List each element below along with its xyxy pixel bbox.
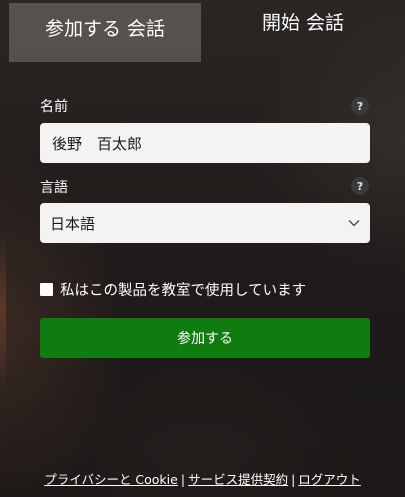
name-input-value: 後野 百太郎 bbox=[52, 134, 143, 153]
tab-start-label: 開始 会話 bbox=[261, 12, 345, 34]
tab-start-conversation[interactable]: 開始 会話 bbox=[212, 3, 394, 62]
footer-separator: | bbox=[291, 472, 296, 487]
join-button-label: 参加する bbox=[177, 331, 233, 347]
footer-separator: | bbox=[180, 472, 186, 487]
classroom-checkbox-label[interactable]: 私はこの製品を教室で使用しています bbox=[60, 279, 306, 300]
privacy-link[interactable]: プライバシーと Cookie bbox=[44, 472, 178, 487]
name-label: 名前 bbox=[40, 99, 68, 115]
language-select[interactable]: 日本語 bbox=[40, 203, 370, 243]
chevron-down-icon bbox=[348, 220, 360, 227]
terms-link[interactable]: サービス提供契約 bbox=[188, 472, 288, 487]
language-label: 言語 bbox=[40, 180, 68, 196]
name-help-icon[interactable]: ? bbox=[351, 97, 369, 115]
name-input[interactable]: 後野 百太郎 bbox=[40, 123, 370, 163]
language-help-icon[interactable]: ? bbox=[351, 177, 369, 195]
background-edge bbox=[0, 230, 6, 390]
tab-join-label: 参加する 会話 bbox=[44, 18, 166, 40]
language-select-value: 日本語 bbox=[50, 214, 96, 233]
classroom-checkbox-icon[interactable] bbox=[40, 283, 53, 296]
join-button[interactable]: 参加する bbox=[40, 318, 370, 358]
logout-link[interactable]: ログアウト bbox=[298, 472, 361, 487]
classroom-checkbox-row: 私はこの製品を教室で使用しています bbox=[40, 279, 306, 300]
tab-join-conversation[interactable]: 参加する 会話 bbox=[9, 3, 201, 62]
footer-links: プライバシーと Cookie | サービス提供契約 | ログアウト bbox=[0, 469, 405, 488]
app-window: 参加する 会話 開始 会話 名前 ? 後野 百太郎 言語 ? 日本語 私はこの製… bbox=[0, 0, 405, 497]
